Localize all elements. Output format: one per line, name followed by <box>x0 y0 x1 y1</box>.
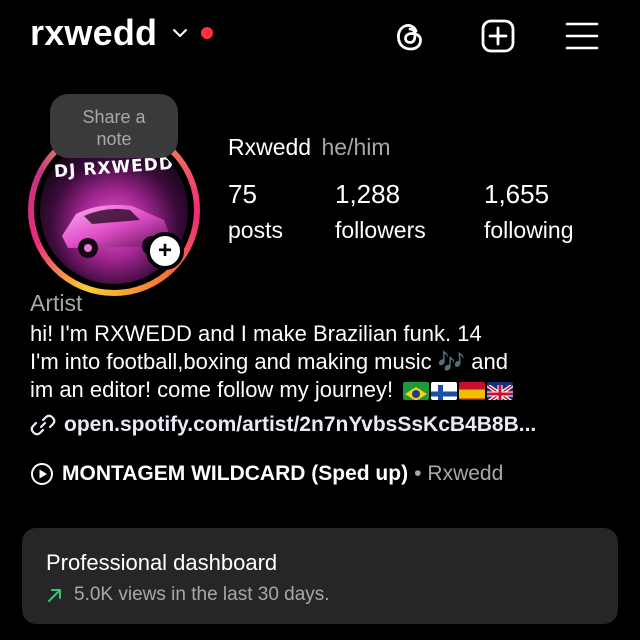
profile-link[interactable]: open.spotify.com/artist/2n7nYvbsSsKcB4B8… <box>30 412 536 438</box>
finland-flag-icon <box>431 382 458 401</box>
profile-name: Rxwedd he/him <box>228 134 391 161</box>
plus-icon: + <box>157 237 172 264</box>
display-name: Rxwedd <box>228 134 312 160</box>
chevron-down-icon <box>173 29 188 37</box>
dashboard-views-text: 5.0K views in the last 30 days. <box>74 584 330 605</box>
add-story-button[interactable]: + <box>146 232 184 270</box>
share-note-text: Share a note <box>82 107 146 149</box>
professional-dashboard-card[interactable]: Professional dashboard 5.0K views in the… <box>22 528 618 624</box>
menu-button[interactable] <box>560 14 604 58</box>
uk-flag-icon <box>487 382 514 401</box>
pronouns: he/him <box>321 134 391 160</box>
notification-dot <box>201 27 214 39</box>
link-text: open.spotify.com/artist/2n7nYvbsSsKcB4B8… <box>64 413 537 436</box>
flag-emojis <box>403 382 514 401</box>
new-post-button[interactable] <box>476 14 520 58</box>
new-post-icon <box>481 19 515 53</box>
brazil-flag-icon <box>403 382 430 401</box>
posts-stat[interactable]: 75 posts <box>228 178 283 248</box>
profile-category: Artist <box>30 290 83 316</box>
trending-up-icon <box>48 589 61 602</box>
threads-button[interactable] <box>388 14 432 58</box>
followers-stat[interactable]: 1,288 followers <box>335 178 426 248</box>
bio-line: I'm into football,boxing and making musi… <box>30 349 509 374</box>
bio-text: hi! I'm RXWEDD and I make Brazilian funk… <box>30 320 610 404</box>
profile-music[interactable]: MONTAGEM WILDCARD (Sped up) • Rxwedd <box>30 462 503 486</box>
bio-line: hi! I'm RXWEDD and I make Brazilian funk… <box>30 321 482 346</box>
spain-flag-icon <box>459 382 486 401</box>
share-note-bubble[interactable]: Share a note <box>50 94 178 158</box>
bio-line: im an editor! come follow my journey! <box>30 376 610 404</box>
top-bar: rxwedd <box>0 0 640 80</box>
following-stat[interactable]: 1,655 following <box>484 178 574 248</box>
following-count: 1,655 <box>484 179 550 209</box>
threads-icon <box>397 24 422 51</box>
music-notes-emoji: 🎶 <box>437 349 466 374</box>
dashboard-subtitle: 5.0K views in the last 30 days. <box>46 584 330 606</box>
separator-dot: • <box>414 462 422 485</box>
link-icon <box>30 414 56 436</box>
track-title: MONTAGEM WILDCARD (Sped up) <box>62 462 409 485</box>
posts-count: 75 <box>228 179 257 209</box>
followers-label: followers <box>335 217 426 243</box>
username-label: rxwedd <box>30 12 158 53</box>
account-switcher[interactable]: rxwedd <box>30 12 214 54</box>
menu-icon <box>565 22 599 50</box>
posts-label: posts <box>228 217 283 243</box>
track-artist: Rxwedd <box>427 462 504 485</box>
followers-count: 1,288 <box>335 179 401 209</box>
dashboard-title: Professional dashboard <box>46 550 278 575</box>
play-icon <box>31 463 53 485</box>
following-label: following <box>484 217 574 243</box>
